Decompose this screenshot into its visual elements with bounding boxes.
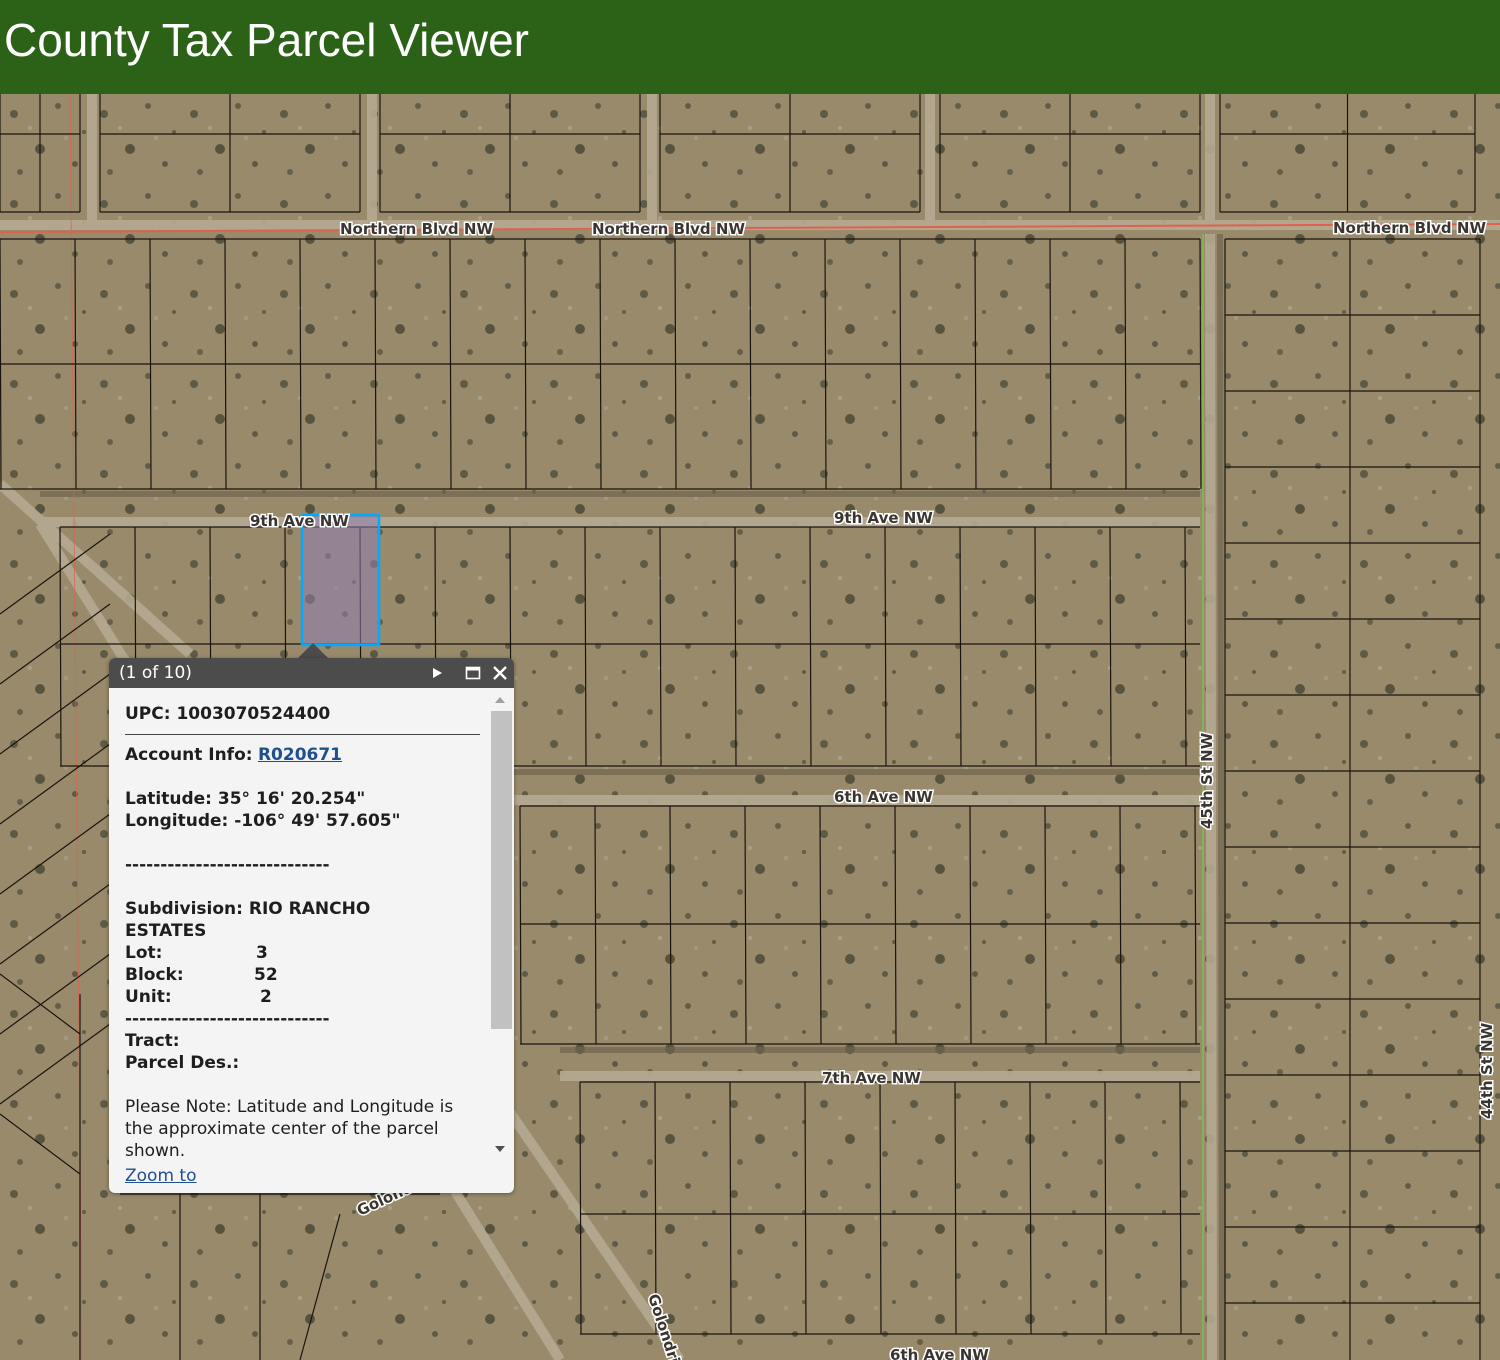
app-title: County Tax Parcel Viewer	[4, 14, 530, 66]
zoom-to-link[interactable]: Zoom to	[125, 1165, 196, 1187]
road-label-9th-ave-1: 9th Ave NW	[250, 512, 349, 530]
longitude-field: Longitude: -106° 49' 57.605"	[125, 811, 401, 831]
parcel-info-popup: (1 of 10) UPC: 1003070524400 Account Inf…	[109, 658, 514, 1193]
road-label-9th-ave-2: 9th Ave NW	[834, 509, 933, 527]
road-label-6th-ave: 6th Ave NW	[834, 788, 933, 806]
parcel-des-field: Parcel Des.:	[125, 1053, 240, 1073]
separator-line-2: -----------------------------	[125, 1009, 330, 1029]
unit-label: Unit:	[125, 987, 172, 1007]
road-label-6th-ave-south: 6th Ave NW	[890, 1346, 989, 1360]
tract-field: Tract:	[125, 1031, 180, 1051]
play-next-icon	[433, 668, 442, 678]
account-info-link[interactable]: R020671	[258, 745, 342, 765]
scroll-down-arrow[interactable]	[495, 1146, 505, 1152]
road-label-7th-ave: 7th Ave NW	[822, 1069, 921, 1087]
selected-parcel[interactable]	[300, 513, 381, 647]
app-header: County Tax Parcel Viewer	[0, 0, 1500, 94]
upc-field: UPC: 1003070524400	[125, 704, 331, 724]
popup-content[interactable]: UPC: 1003070524400 Account Info: R020671…	[109, 688, 491, 1193]
note-text-line-3: shown.	[125, 1141, 186, 1161]
popup-titlebar: (1 of 10)	[109, 658, 514, 688]
road-label-northern-blvd-2: Northern Blvd NW	[592, 220, 745, 238]
account-info-label: Account Info:	[125, 745, 253, 765]
maximize-button[interactable]	[461, 661, 485, 685]
next-feature-button[interactable]	[425, 661, 449, 685]
note-text-line-1: Please Note: Latitude and Longitude is	[125, 1097, 454, 1117]
lot-label: Lot:	[125, 943, 163, 963]
note-text-line-2: the approximate center of the parcel	[125, 1119, 439, 1139]
latitude-field: Latitude: 35° 16' 20.254"	[125, 789, 366, 809]
popup-scrollbar-thumb[interactable]	[491, 711, 512, 1029]
account-info-row: Account Info: R020671	[125, 744, 342, 766]
road-label-northern-blvd-1: Northern Blvd NW	[340, 220, 493, 238]
unit-value: 2	[260, 987, 272, 1007]
scroll-up-arrow[interactable]	[495, 697, 505, 703]
block-label: Block:	[125, 965, 184, 985]
maximize-icon	[465, 666, 481, 680]
popup-divider	[125, 734, 480, 735]
subdivision-field: Subdivision: RIO RANCHO	[125, 899, 371, 919]
road-label-northern-blvd-3: Northern Blvd NW	[1333, 219, 1486, 237]
close-button[interactable]	[488, 661, 512, 685]
subdivision-field-continued: ESTATES	[125, 921, 207, 941]
popup-feature-counter: (1 of 10)	[119, 663, 192, 683]
close-icon	[493, 666, 507, 680]
block-value: 52	[254, 965, 278, 985]
lot-value: 3	[256, 943, 268, 963]
popup-pointer	[298, 643, 328, 658]
separator-line: -----------------------------	[125, 855, 330, 875]
road-label-45th-st: 45th St NW	[1198, 732, 1216, 829]
road-label-44th-st: 44th St NW	[1478, 1022, 1496, 1119]
